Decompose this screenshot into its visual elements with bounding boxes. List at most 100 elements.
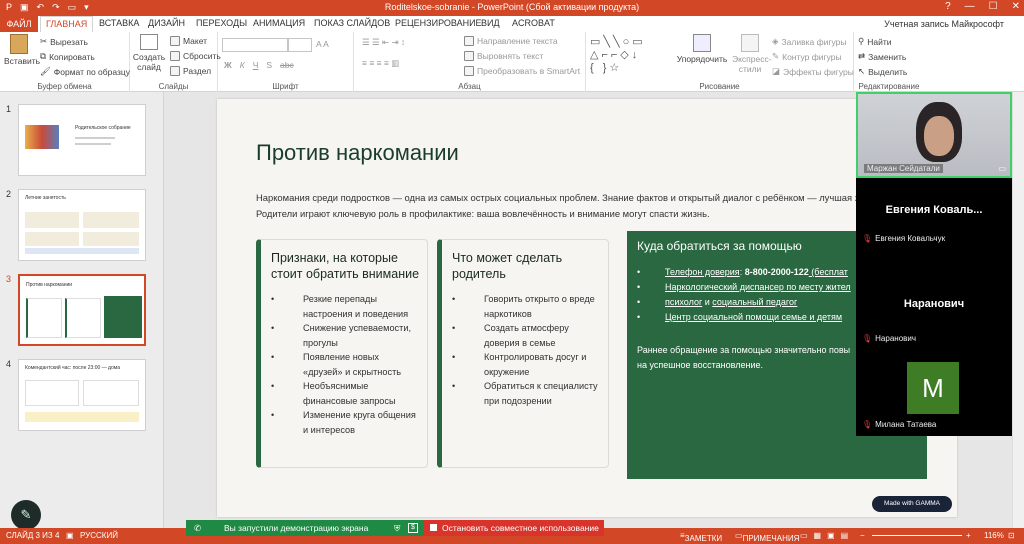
close-button[interactable]: ✕	[1012, 1, 1020, 12]
find-button[interactable]: ⚲ Найти	[858, 36, 892, 47]
zoom-in-button[interactable]: +	[966, 531, 971, 540]
thumb-title: Против наркомании	[26, 282, 73, 288]
participant-tile[interactable]: Наранович 🎙 Наранович	[856, 270, 1012, 346]
help-button[interactable]: ?	[945, 1, 951, 12]
drawing-label: Рисование	[699, 82, 740, 91]
list-item: Резкие перепадынастроения и поведения	[271, 292, 416, 321]
thumb-title: Летние занятость	[25, 195, 66, 201]
strike-button[interactable]: abc	[280, 60, 294, 70]
thumb-block	[83, 212, 139, 228]
shape-effects-button[interactable]: ◪ Эффекты фигуры	[772, 66, 854, 77]
social-teacher-link[interactable]: социальный педагог	[712, 297, 797, 307]
tab-insert[interactable]: ВСТАВКА	[99, 18, 139, 28]
made-with-gamma-badge[interactable]: Made with GAMMA	[872, 496, 952, 512]
list-item: Создать атмосферудоверия в семье	[452, 321, 598, 350]
maximize-button[interactable]: ☐	[989, 1, 998, 12]
family-center-link[interactable]: Центр социальной помощи семье и детям	[665, 312, 842, 322]
grow-font-icon[interactable]: A A	[316, 39, 329, 49]
underline-button[interactable]: Ч	[253, 60, 259, 70]
zoom-out-button[interactable]: −	[860, 531, 865, 540]
italic-button[interactable]: К	[240, 60, 245, 70]
tab-animation[interactable]: АНИМАЦИЯ	[253, 18, 305, 28]
smartart-button[interactable]: Преобразовать в SmartArt	[464, 66, 580, 76]
replace-button[interactable]: ⇄ Заменить	[858, 51, 906, 62]
slide-thumbnail-3[interactable]: Против наркомании	[18, 274, 146, 346]
slide-thumbnail-2[interactable]: Летние занятость	[18, 189, 146, 261]
copy-button[interactable]: ⧉ Копировать	[40, 51, 95, 62]
align-text-button[interactable]: Выровнять текст	[464, 51, 543, 61]
tab-view[interactable]: ВИД	[481, 18, 500, 28]
reset-button[interactable]: Сбросить	[170, 51, 221, 61]
participant-tile[interactable]: Евгения Коваль... 🎙 Евгения Ковальчук	[856, 182, 1012, 246]
psychologist-link[interactable]: психолог	[665, 297, 702, 307]
hotline-link[interactable]: Телефон доверия	[665, 267, 740, 277]
shadow-button[interactable]: S	[266, 60, 272, 70]
align-buttons[interactable]: ≡ ≡ ≡ ≡ ▥	[362, 58, 399, 69]
account-link[interactable]: Учетная запись Майкрософт	[884, 19, 1004, 29]
copy-icon: ⧉	[40, 51, 47, 61]
parent-actions-list: Говорить открыто о вреденаркотиков Созда…	[452, 292, 598, 408]
tab-file[interactable]: ФАЙЛ	[0, 16, 38, 32]
intro-line-2: Родители играют ключевую роль в профилак…	[256, 208, 710, 219]
shape-outline-button[interactable]: ✎ Контур фигуры	[772, 51, 842, 62]
minimize-button[interactable]: —	[965, 1, 975, 12]
clipboard-label: Буфер обмена	[37, 82, 92, 91]
tab-transitions[interactable]: ПЕРЕХОДЫ	[196, 18, 247, 28]
fit-slide-icon[interactable]: ⊡	[1008, 531, 1015, 540]
list-item: психолог и социальный педагог	[637, 295, 851, 310]
view-buttons[interactable]: ▭▦▣▤	[800, 531, 854, 540]
shape-fill-button[interactable]: ◈ Заливка фигуры	[772, 36, 846, 47]
brush-icon: 🖌	[40, 66, 51, 76]
screen-share-banner: ✆ Вы запустили демонстрацию экрана ⛨ $	[186, 520, 424, 536]
dispensary-link[interactable]: Наркологический диспансер по месту жител	[665, 282, 851, 292]
paste-button[interactable]: Вставить	[4, 34, 40, 66]
stop-sharing-button[interactable]: Остановить совместное использование	[424, 520, 604, 536]
format-painter-button[interactable]: 🖌 Формат по образцу	[40, 66, 130, 77]
comments-button[interactable]: ▭ ПРИМЕЧАНИЯ	[735, 531, 799, 543]
vertical-scrollbar[interactable]	[1012, 92, 1024, 528]
window-title: Roditelskoe-sobranie - PowerPoint (Сбой …	[384, 2, 640, 12]
new-slide-button[interactable]: Создать слайд	[132, 34, 166, 72]
quick-styles-button[interactable]: Экспресс-стили	[732, 34, 772, 74]
participant-avatar: M	[907, 362, 959, 414]
font-name-box[interactable]	[222, 38, 288, 52]
slide-thumbnail-4[interactable]: Комендантский час: после 23:00 — дома	[18, 359, 146, 431]
select-button[interactable]: ↖ Выделить	[858, 66, 907, 77]
list-buttons[interactable]: ☰ ☰ ⇤ ⇥ ↕	[362, 37, 405, 48]
slides-group: Создать слайд Макет Сбросить Раздел Слай…	[130, 32, 221, 92]
shapes-gallery[interactable]: ▭╲╲○▭ △⌐⌐◇↓{ }☆	[590, 36, 670, 76]
text-direction-button[interactable]: Направление текста	[464, 36, 558, 46]
arrange-button[interactable]: Упорядочить	[676, 34, 728, 64]
tab-slideshow[interactable]: ПОКАЗ СЛАЙДОВ	[314, 18, 390, 28]
tab-home[interactable]: ГЛАВНАЯ	[40, 16, 94, 32]
slide-thumbnail-1[interactable]: Родительское собрание	[18, 104, 146, 176]
align-text-icon	[464, 51, 474, 61]
bold-button[interactable]: Ж	[224, 60, 232, 70]
muted-mic-icon: 🎙	[862, 420, 873, 429]
new-slide-icon	[140, 34, 158, 50]
pin-icon[interactable]: ▭	[998, 164, 1006, 173]
zoom-level[interactable]: 116%	[984, 531, 1004, 540]
tab-design[interactable]: ДИЗАЙН	[148, 18, 185, 28]
current-slide[interactable]: Против наркомании Наркомания среди подро…	[217, 99, 957, 517]
tab-review[interactable]: РЕЦЕНЗИРОВАНИЕ	[395, 18, 482, 28]
cut-button[interactable]: ✂ Вырезать	[40, 36, 88, 47]
participant-face	[924, 116, 954, 156]
cursor-icon: ↖	[858, 66, 866, 76]
participant-name-row: 🎙 Наранович	[862, 334, 917, 343]
section-button[interactable]: Раздел	[170, 66, 211, 76]
pause-share-icon[interactable]: $	[408, 523, 418, 533]
layout-button[interactable]: Макет	[170, 36, 207, 46]
spellcheck-icon[interactable]: ▣	[66, 531, 74, 540]
tab-acrobat[interactable]: ACROBAT	[512, 18, 555, 28]
notes-button[interactable]: ≡ ЗАМЕТКИ	[680, 531, 722, 543]
participant-tile[interactable]: M 🎙 Милана Татаева	[856, 354, 1012, 432]
font-size-box[interactable]	[288, 38, 312, 52]
binoculars-icon: ⚲	[858, 36, 865, 46]
reset-icon	[170, 51, 180, 61]
participant-name-row: 🎙 Евгения Ковальчук	[862, 234, 946, 243]
zoom-slider[interactable]	[872, 535, 962, 536]
pen-icon[interactable]: ✎	[11, 500, 41, 530]
language-indicator[interactable]: РУССКИЙ	[80, 531, 118, 540]
participant-video-tile[interactable]: Маржан Сейдатали ▭	[856, 92, 1012, 178]
